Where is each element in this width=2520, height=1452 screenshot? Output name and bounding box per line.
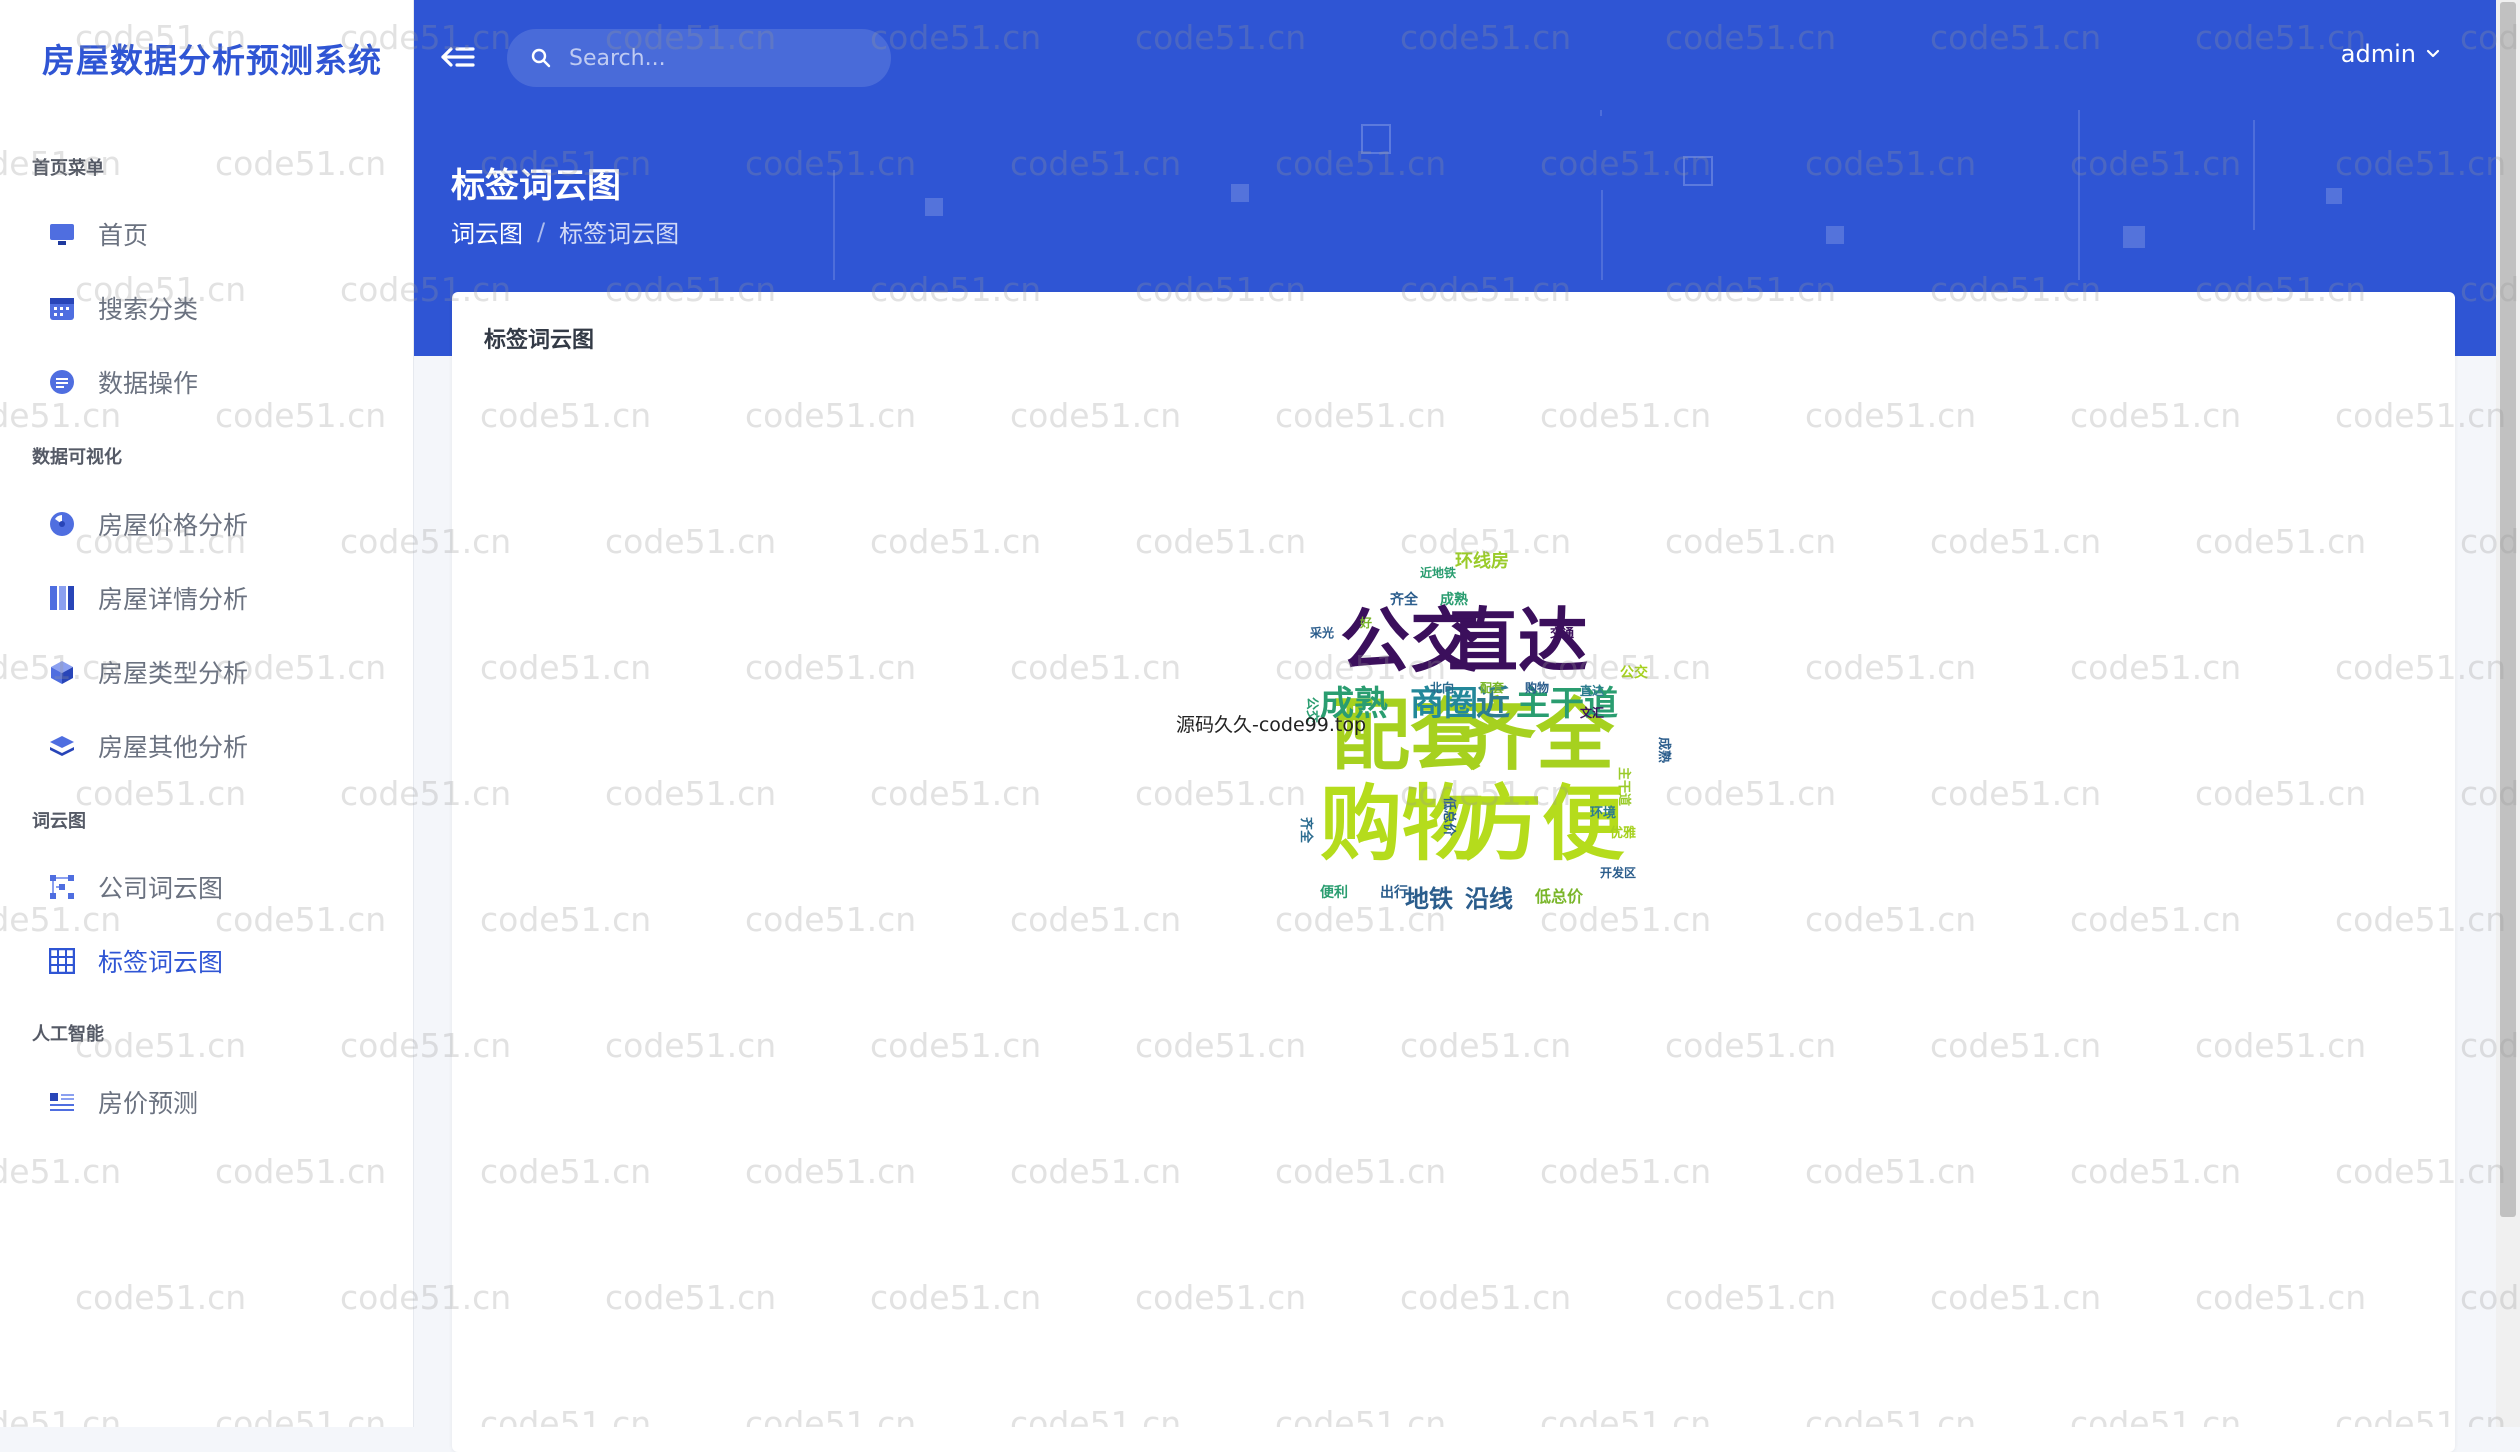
sidebar-item-label: 房价预测 (98, 1089, 199, 1118)
search-input[interactable] (567, 44, 871, 72)
cloud-word: 环境 (1590, 805, 1616, 821)
app-brand[interactable]: 房屋数据分析预测系统 (42, 34, 382, 82)
sidebar: 房屋数据分析预测系统 首页菜单 首页 搜索分类 数据操作 数据可视化 房屋价格分… (0, 0, 414, 1427)
cloud-word: 直达 (1448, 600, 1588, 682)
page-scrollbar-thumb[interactable] (2500, 2, 2516, 1217)
cloud-word: 购物 (1525, 680, 1549, 695)
sidebar-item-label: 房屋详情分析 (98, 585, 249, 614)
decor-line (833, 170, 835, 280)
sidebar-item-company-wordcloud[interactable]: 公司词云图 (48, 863, 388, 911)
calendar-icon (48, 294, 76, 322)
breadcrumb-separator: / (537, 217, 546, 246)
grid-icon (48, 947, 76, 975)
decor-line (1601, 190, 1603, 280)
cloud-word: 齐全 (1298, 817, 1314, 844)
cloud-word: 便利 (1320, 884, 1348, 901)
decor-square (1361, 124, 1391, 154)
section-title-ai: 人工智能 (32, 1024, 104, 1045)
decor-square (1683, 156, 1713, 186)
cloud-word: 成熟 (1656, 737, 1672, 763)
decor-square (2326, 188, 2342, 204)
card-title: 标签词云图 (484, 328, 595, 353)
sidebar-item-search-category[interactable]: 搜索分类 (48, 284, 388, 332)
decor-line (1600, 110, 1602, 116)
menu-collapse-button[interactable] (439, 40, 479, 74)
decor-square (925, 198, 943, 216)
cloud-word: 开发区 (1600, 865, 1636, 880)
list-icon (48, 1088, 76, 1116)
page-title: 标签词云图 (451, 166, 621, 206)
arrow-left-menu-icon (441, 47, 475, 67)
search-bar[interactable] (507, 29, 891, 87)
sidebar-item-other-analysis[interactable]: 房屋其他分析 (48, 722, 388, 770)
decor-line (2253, 120, 2255, 230)
sidebar-item-label: 标签词云图 (98, 948, 224, 977)
pie-icon (48, 510, 76, 538)
cloud-word: 环线房 (1455, 550, 1509, 572)
sidebar-item-price-analysis[interactable]: 房屋价格分析 (48, 500, 388, 548)
cloud-word: 公交 (1620, 664, 1648, 681)
sidebar-item-price-prediction[interactable]: 房价预测 (48, 1078, 388, 1126)
username: admin (2340, 40, 2416, 68)
breadcrumb: 词云图 / 标签词云图 (451, 214, 679, 249)
sidebar-item-label: 房屋价格分析 (98, 511, 249, 540)
cloud-word: 配套 (1480, 680, 1505, 695)
monitor-icon (48, 220, 76, 248)
cloud-word: 主干道 (1616, 767, 1632, 806)
columns-icon (48, 584, 76, 612)
sidebar-item-data-operation[interactable]: 数据操作 (48, 358, 388, 406)
breadcrumb-item[interactable]: 词云图 (451, 214, 523, 249)
user-menu[interactable]: admin (2341, 40, 2440, 68)
search-icon (531, 48, 551, 68)
decor-square (1231, 184, 1249, 202)
cloud-word: 优雅 (1610, 825, 1636, 841)
sidebar-item-label: 房屋其他分析 (98, 733, 249, 762)
message-icon (48, 368, 76, 396)
sidebar-item-tag-wordcloud[interactable]: 标签词云图 (48, 937, 388, 985)
sidebar-item-label: 数据操作 (98, 369, 199, 398)
decor-square (2123, 226, 2145, 248)
section-title-home: 首页菜单 (32, 158, 104, 179)
decor-square (1826, 226, 1844, 244)
decor-line (2078, 110, 2080, 280)
cloud-word: 文汇 (1580, 705, 1604, 720)
overlay-text: 源码久久-code99.top (1176, 714, 1367, 736)
section-title-visualization: 数据可视化 (32, 447, 122, 468)
cloud-word: 交通 (1550, 625, 1574, 640)
cloud-word: 直达 (1580, 683, 1604, 698)
cube-icon (48, 658, 76, 686)
breadcrumb-current: 标签词云图 (559, 220, 680, 248)
cloud-word: 出行 (1380, 884, 1408, 901)
network-icon (48, 873, 76, 901)
content-card: 标签词云图 公交 直达 配套 齐全 购物 方便 成熟 商圈近主干道 地铁 沿线 低总价 环线房 齐全 成熟… (452, 292, 2455, 1452)
cloud-word: 低总价 (1534, 887, 1584, 906)
cloud-word: 近地铁 (1420, 565, 1456, 580)
sidebar-item-type-analysis[interactable]: 房屋类型分析 (48, 648, 388, 696)
sidebar-item-label: 首页 (98, 221, 149, 250)
cloud-word: 沿线 (1465, 885, 1513, 913)
cloud-word: 采光 (1309, 625, 1334, 640)
layers-icon (48, 732, 76, 760)
chevron-down-icon (2426, 49, 2440, 58)
cloud-word: 好 (1359, 615, 1372, 630)
sidebar-item-label: 公司词云图 (98, 874, 224, 903)
cloud-word: 齐全 (1390, 591, 1419, 608)
cloud-word: 低总价 (1441, 796, 1457, 837)
cloud-word: 北向 (1430, 680, 1454, 695)
cloud-word: 成熟 (1440, 591, 1468, 608)
sidebar-item-detail-analysis[interactable]: 房屋详情分析 (48, 574, 388, 622)
cloud-word: 地铁 (1405, 885, 1453, 913)
cloud-word: 方便 (1460, 777, 1625, 872)
sidebar-item-label: 搜索分类 (98, 295, 199, 324)
sidebar-item-label: 房屋类型分析 (98, 659, 249, 688)
section-title-wordcloud: 词云图 (32, 811, 86, 832)
sidebar-item-home[interactable]: 首页 (48, 210, 388, 258)
